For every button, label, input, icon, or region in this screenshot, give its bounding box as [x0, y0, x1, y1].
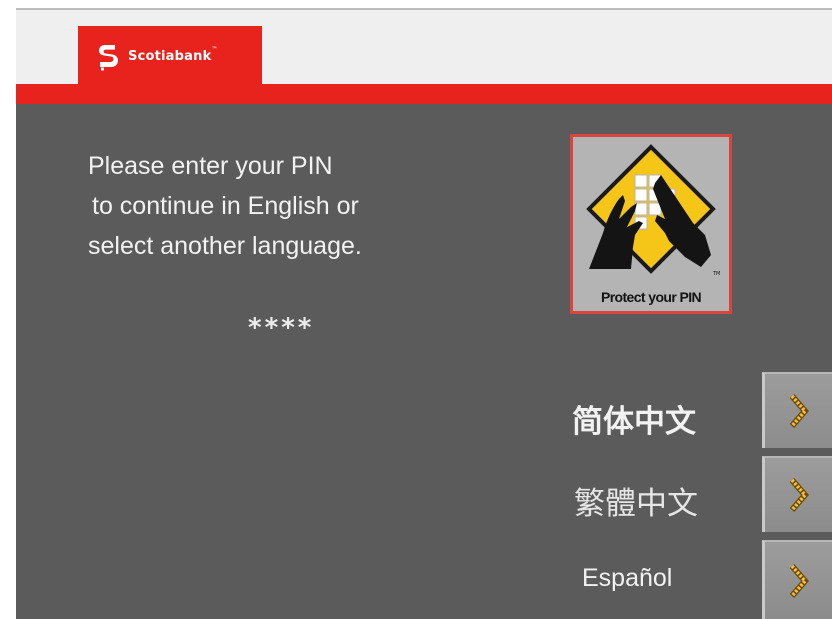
scotiabank-logo-icon	[99, 45, 118, 71]
chevron-right-icon	[789, 478, 809, 512]
prompt-line: to continue in English or	[92, 192, 359, 220]
language-option-spanish: Español	[582, 564, 673, 592]
brand-name: Scotiabank™	[128, 45, 218, 64]
select-spanish-button[interactable]	[762, 540, 832, 619]
pin-prompt: Please enter your PIN to continue in Eng…	[88, 146, 362, 266]
prompt-line: select another language.	[88, 232, 362, 260]
pin-entry-mask: ****	[248, 313, 315, 343]
svg-text:TM: TM	[712, 271, 720, 277]
prompt-line: Please enter your PIN	[88, 152, 333, 180]
select-traditional-chinese-button[interactable]	[762, 456, 832, 532]
chevron-right-icon	[789, 563, 809, 598]
language-option-simplified-chinese: 简体中文	[572, 404, 696, 440]
chevron-right-icon	[789, 394, 809, 428]
protect-pin-badge: TM Protect your PIN	[570, 134, 732, 314]
language-option-traditional-chinese: 繁體中文	[574, 486, 698, 522]
select-simplified-chinese-button[interactable]	[762, 372, 832, 448]
atm-screen: Scotiabank™ Please enter your PIN to con…	[16, 8, 832, 619]
brand-tab: Scotiabank™	[78, 26, 262, 86]
hand-shielding-keypad-icon: TM	[586, 144, 720, 277]
header-accent-stripe	[16, 84, 832, 104]
protect-pin-caption: Protect your PIN	[600, 289, 702, 305]
